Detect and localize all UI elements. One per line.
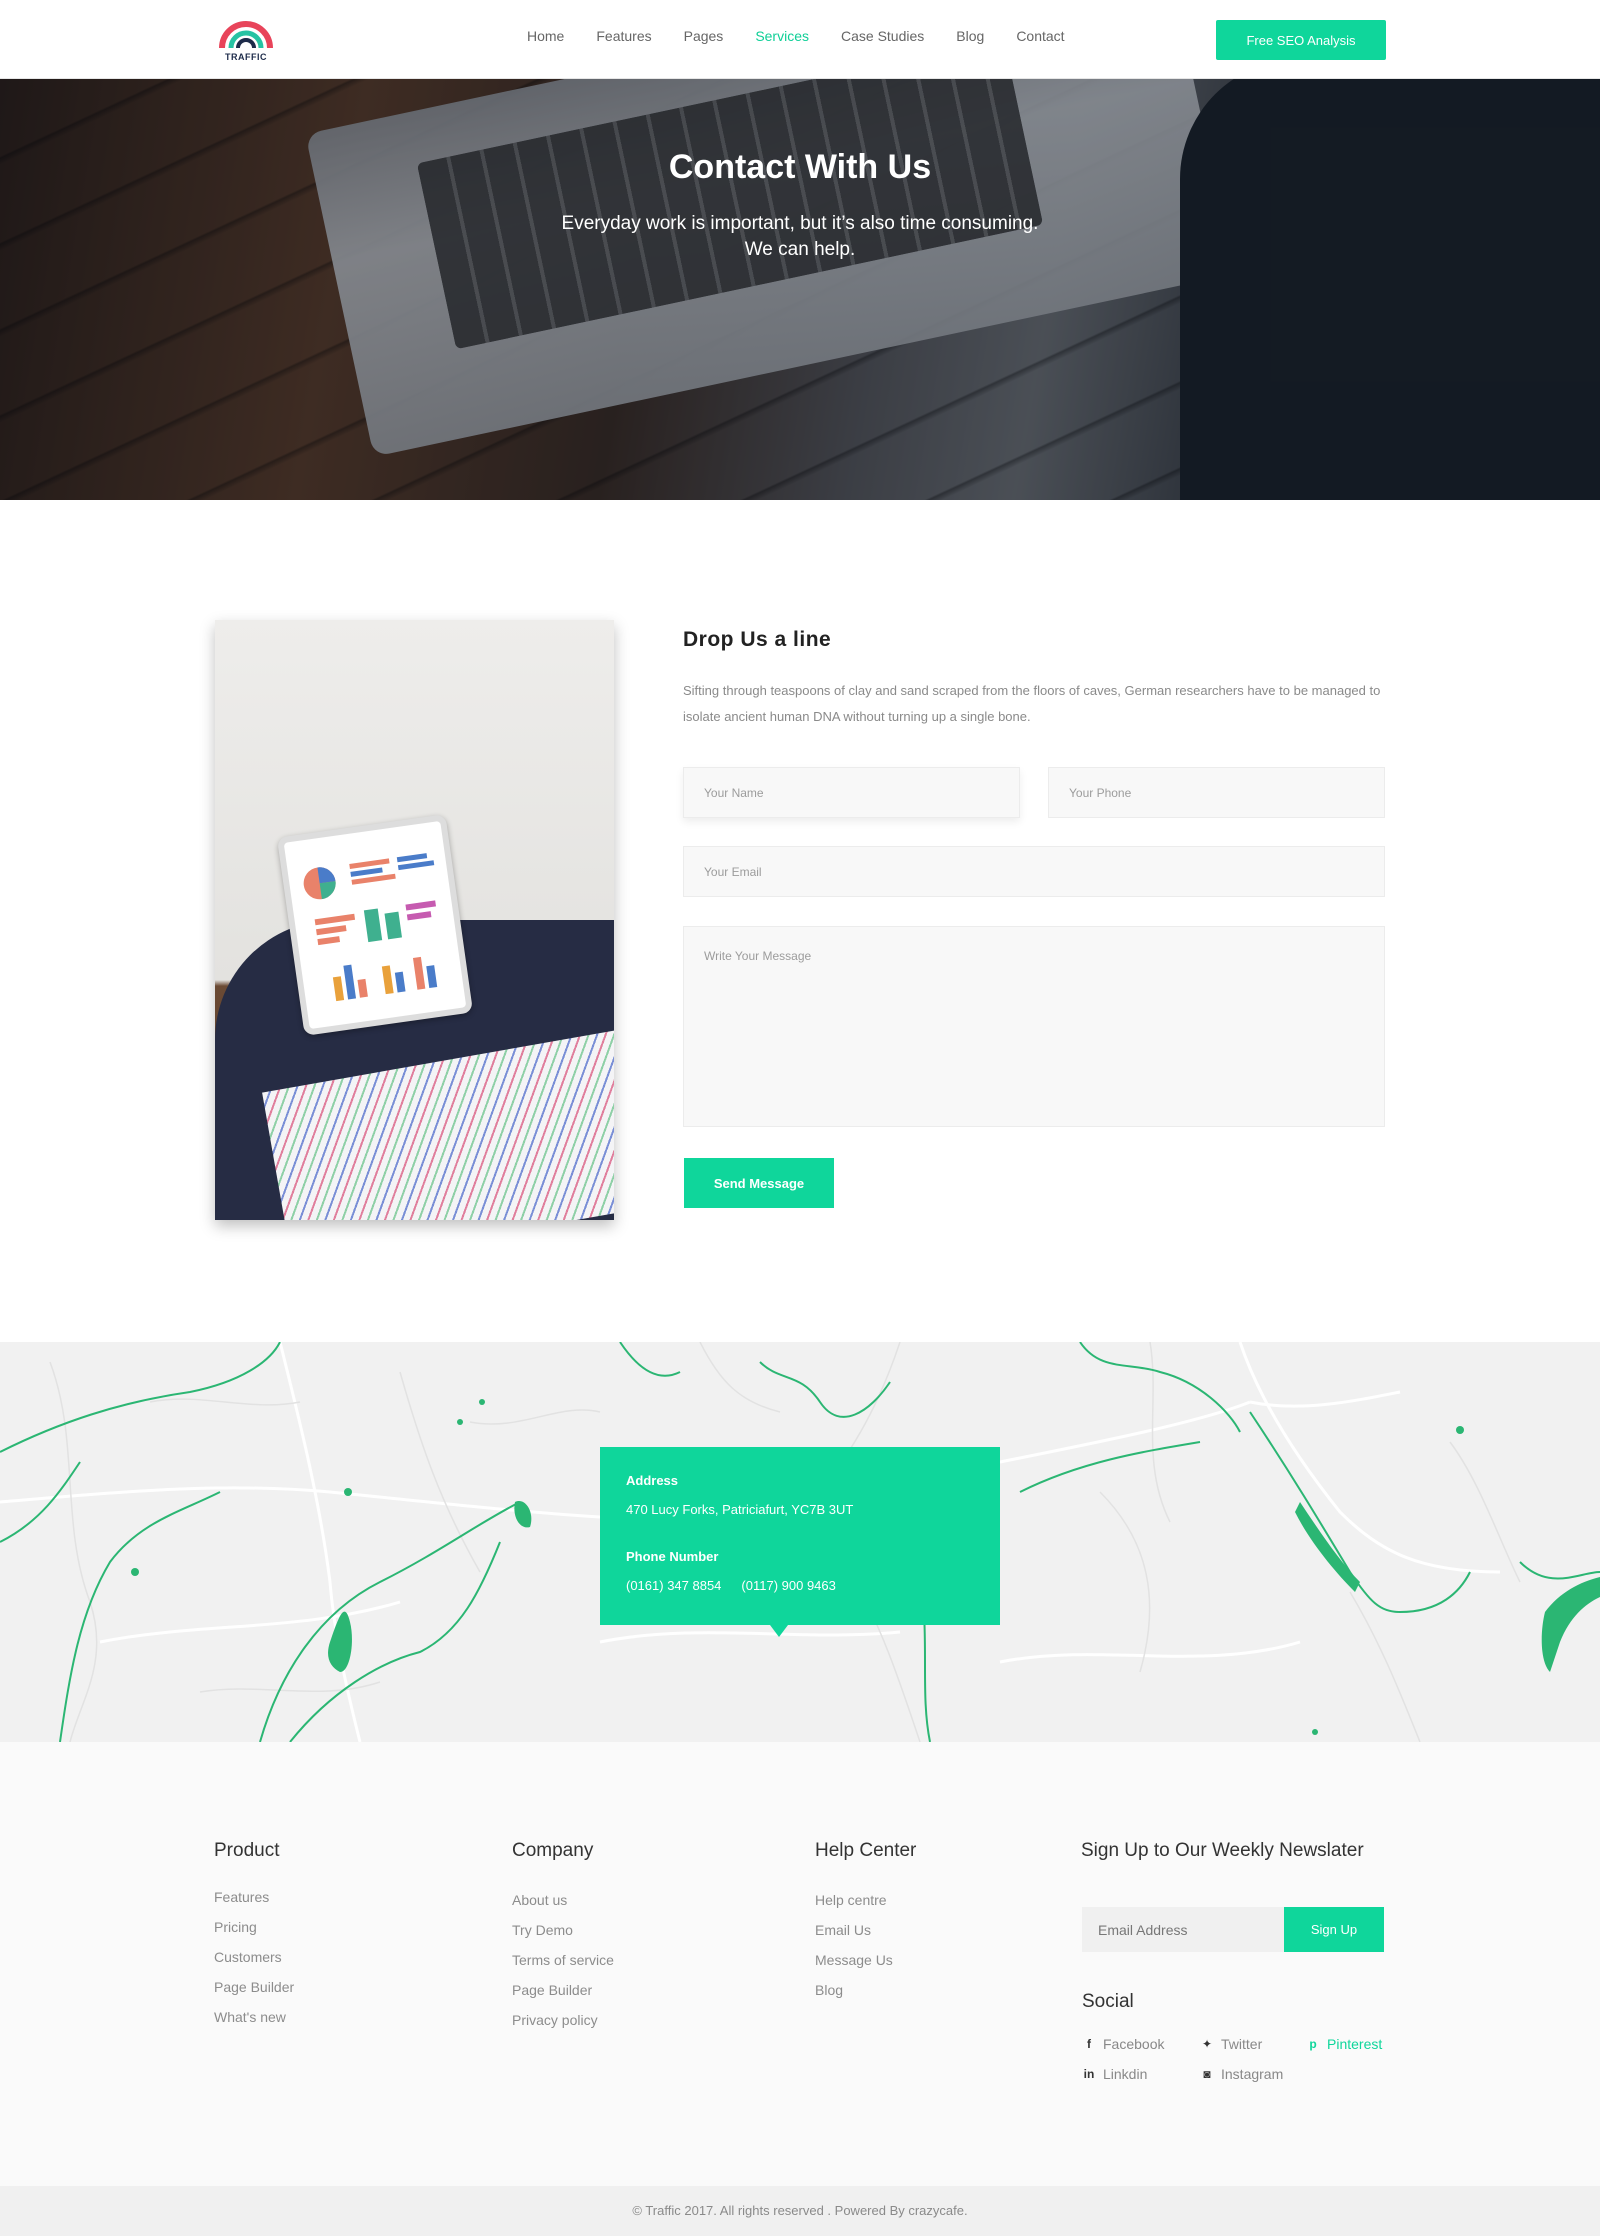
hero-overlay [0,79,1600,500]
facebook-icon: f [1087,2037,1091,2051]
social-label: Twitter [1221,2036,1263,2052]
newsletter-title: Sign Up to Our Weekly Newslater [1081,1840,1364,1861]
phone-label: Phone Number [626,1549,719,1564]
social-label: Pinterest [1327,2036,1383,2052]
phone-number-2: (0117) 900 9463 [741,1578,836,1593]
nav-case-studies[interactable]: Case Studies [841,28,924,44]
footer-link[interactable]: Message Us [815,1945,916,1975]
hero-banner [0,79,1600,500]
hero-subtitle: Everyday work is important, but it’s als… [0,211,1600,263]
footer-link[interactable]: Blog [815,1975,916,2005]
hero-title: Contact With Us [668,148,932,186]
contact-description: Sifting through teaspoons of clay and sa… [683,683,1381,724]
footer-company-title: Company [512,1840,594,1861]
pinterest-icon: p [1309,2037,1317,2051]
map-info-card: Address 470 Lucy Forks, Patriciafurt, YC… [600,1447,1000,1637]
name-input[interactable] [683,767,1020,818]
photo-tablet [276,814,474,1036]
nav-blog[interactable]: Blog [956,28,984,44]
phone-number-1: (0161) 347 8854 [626,1578,722,1593]
nav-pages[interactable]: Pages [684,28,724,44]
copyright-bar: © Traffic 2017. All rights reserved . Po… [0,2186,1600,2236]
main-nav: Home Features Pages Services Case Studie… [527,28,1065,44]
footer-link[interactable]: Email Us [815,1915,916,1945]
logo-arcs-icon [219,21,273,49]
instagram-icon: ◙ [1203,2067,1211,2081]
social-twitter-link[interactable]: ✦ Twitter [1201,2036,1262,2052]
address-label: Address [626,1473,679,1488]
nav-services[interactable]: Services [755,28,809,44]
newsletter-email-input[interactable] [1082,1907,1284,1952]
footer-link[interactable]: Page Builder [214,1972,294,2002]
tablet-charts-icon [303,853,438,1002]
email-input[interactable] [683,846,1385,897]
social-label: Instagram [1221,2066,1284,2082]
footer-product-title: Product [214,1840,280,1861]
nav-home[interactable]: Home [527,28,564,44]
footer-help-title: Help Center [815,1840,917,1861]
hero-subtitle-line1: Everyday work is important, but it’s als… [561,213,1039,234]
footer-link[interactable]: Try Demo [512,1915,614,1945]
message-textarea[interactable] [683,926,1385,1127]
social-facebook-link[interactable]: f Facebook [1083,2036,1164,2052]
social-title: Social [1082,1991,1134,2012]
footer-link[interactable]: Customers [214,1942,294,1972]
footer-link[interactable]: Terms of service [512,1945,614,1975]
newsletter-signup-button[interactable]: Sign Up [1284,1907,1384,1952]
footer-link[interactable]: Features [214,1882,294,1912]
nav-contact[interactable]: Contact [1016,28,1064,44]
footer-link[interactable]: About us [512,1885,614,1915]
social-label: Facebook [1103,2036,1165,2052]
free-seo-analysis-button[interactable]: Free SEO Analysis [1216,20,1386,60]
twitter-icon: ✦ [1201,2037,1213,2051]
site-footer: Product Features Pricing Customers Page … [0,1742,1600,2186]
social-pinterest-link[interactable]: p Pinterest [1307,2036,1382,2052]
linkedin-icon: in [1083,2067,1095,2081]
site-header: TRAFFIC Home Features Pages Services Cas… [0,0,1600,79]
nav-features[interactable]: Features [596,28,651,44]
phone-input[interactable] [1048,767,1385,818]
contact-title: Drop Us a line [683,628,832,651]
footer-link[interactable]: What's new [214,2002,294,2032]
logo-text: TRAFFIC [225,52,267,62]
footer-product-column: Product Features Pricing Customers Page … [214,1840,294,2032]
social-instagram-link[interactable]: ◙ Instagram [1201,2066,1283,2082]
traffic-logo[interactable]: TRAFFIC [216,16,276,64]
footer-company-column: Company About us Try Demo Terms of servi… [512,1840,614,2035]
footer-link[interactable]: Privacy policy [512,2005,614,2035]
hero-subtitle-line2: We can help. [744,239,856,260]
footer-link[interactable]: Pricing [214,1912,294,1942]
footer-link[interactable]: Page Builder [512,1975,614,2005]
footer-link[interactable]: Help centre [815,1885,916,1915]
newsletter-section: Sign Up to Our Weekly Newslater [1081,1840,1364,1862]
social-label: Linkdin [1103,2066,1148,2082]
address-value: 470 Lucy Forks, Patriciafurt, YC7B 3UT [626,1502,854,1517]
social-linkedin-link[interactable]: in Linkdin [1083,2066,1148,2082]
phone-numbers: (0161) 347 8854 (0117) 900 9463 [626,1578,974,1593]
send-message-button[interactable]: Send Message [684,1158,834,1208]
footer-help-column: Help Center Help centre Email Us Message… [815,1840,916,2005]
contact-photo [215,620,614,1220]
